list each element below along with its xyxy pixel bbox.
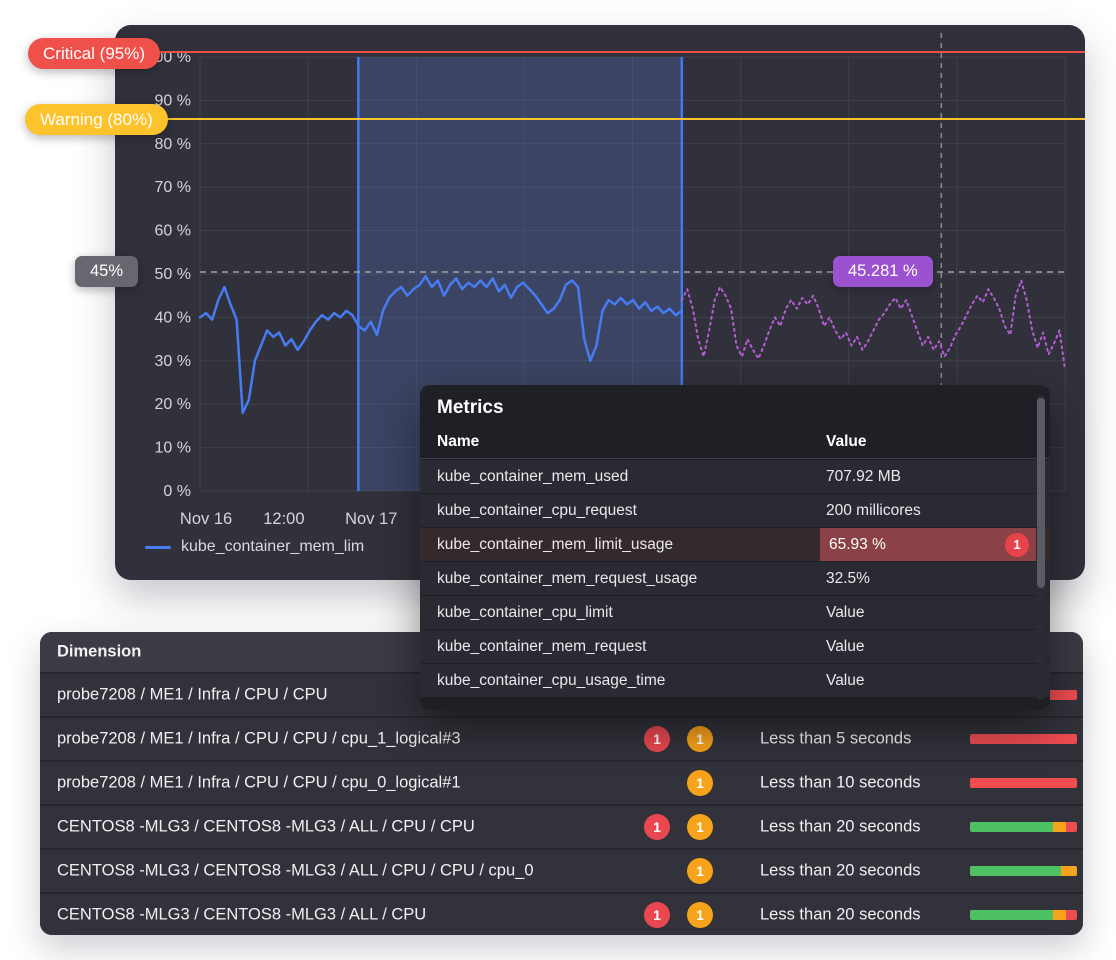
metric-value-text: 32.5% [826, 570, 870, 587]
metric-value-text: 65.93 % [829, 536, 886, 554]
alert-count-badge[interactable]: 1 [1005, 533, 1029, 557]
metric-value-text: Value [826, 638, 865, 655]
critical-count-badge[interactable]: 1 [644, 726, 670, 752]
duration-label: Less than 20 seconds [760, 906, 921, 925]
legend-line-swatch [145, 546, 171, 549]
status-bar-segment [970, 734, 1077, 744]
status-bar-segment [970, 866, 1061, 876]
metric-value: Value [826, 604, 865, 622]
critical-threshold-badge: Critical (95%) [28, 38, 160, 69]
status-bar-segment [1066, 910, 1077, 920]
monitoring-dashboard: 0 %10 %20 %30 %40 %50 %60 %70 %80 %90 %1… [0, 0, 1116, 960]
metrics-rows: kube_container_mem_used707.92 MBkube_con… [420, 460, 1050, 697]
metric-value-text: Value [826, 604, 865, 621]
dimension-name: probe7208 / ME1 / Infra / CPU / CPU / cp… [57, 774, 461, 793]
metric-name: kube_container_cpu_usage_time [437, 672, 665, 690]
svg-text:Nov 16: Nov 16 [180, 510, 232, 528]
metrics-row[interactable]: kube_container_cpu_request 200 millicores [420, 494, 1050, 527]
status-bar-segment [970, 822, 1053, 832]
svg-text:20 %: 20 % [155, 396, 191, 413]
dimension-name: CENTOS8 -MLG3 / CENTOS8 -MLG3 / ALL / CP… [57, 906, 426, 925]
status-bar-segment [1066, 822, 1077, 832]
metric-name: kube_container_mem_used [437, 468, 628, 486]
metric-value-text: Value [826, 672, 865, 689]
svg-text:40 %: 40 % [155, 309, 191, 326]
dimension-row[interactable]: probe7208 / ME1 / Infra / CPU / CPU / cp… [40, 718, 1083, 760]
metric-value-text: 200 millicores [826, 502, 921, 519]
metric-value: Value [826, 638, 865, 656]
dimension-row[interactable]: probe7208 / ME1 / Infra / CPU / CPU / cp… [40, 762, 1083, 804]
axis-value-badge: 45% [75, 256, 138, 287]
dimension-name: probe7208 / ME1 / Infra / CPU / CPU / cp… [57, 730, 461, 749]
metric-value: 65.93 % 1 [820, 528, 1036, 561]
metrics-row[interactable]: kube_container_mem_request_usage 32.5% [420, 562, 1050, 595]
warning-count-badge[interactable]: 1 [687, 814, 713, 840]
duration-label: Less than 20 seconds [760, 862, 921, 881]
svg-text:10 %: 10 % [155, 440, 191, 457]
metrics-row[interactable]: kube_container_cpu_usage_time Value [420, 664, 1050, 697]
metrics-popup: Metrics Name Value kube_container_mem_us… [420, 385, 1050, 710]
metric-value: 200 millicores [826, 502, 921, 520]
metric-name: kube_container_mem_limit_usage [437, 536, 673, 554]
svg-text:60 %: 60 % [155, 223, 191, 240]
metric-value-text: 707.92 MB [826, 468, 901, 485]
dimension-row[interactable]: CENTOS8 -MLG3 / CENTOS8 -MLG3 / ALL / CP… [40, 894, 1083, 935]
metrics-popup-title: Metrics [420, 385, 1050, 431]
metric-value: Value [826, 672, 865, 690]
dimension-row[interactable]: CENTOS8 -MLG3 / CENTOS8 -MLG3 / ALL / CP… [40, 806, 1083, 848]
metrics-row[interactable]: kube_container_cpu_limit Value [420, 596, 1050, 629]
metrics-scrollbar[interactable] [1037, 395, 1045, 700]
metrics-row[interactable]: kube_container_mem_used 707.92 MB [420, 460, 1050, 493]
dimension-header-label: Dimension [57, 643, 141, 662]
warning-threshold-badge: Warning (80%) [25, 104, 168, 135]
metric-name: kube_container_cpu_request [437, 502, 637, 520]
metrics-row[interactable]: kube_container_mem_limit_usage 65.93 % 1 [420, 528, 1050, 561]
duration-label: Less than 5 seconds [760, 730, 911, 749]
warning-count-badge[interactable]: 1 [687, 726, 713, 752]
warning-count-badge[interactable]: 1 [687, 770, 713, 796]
metrics-column-name: Name [437, 433, 479, 451]
status-bar-segment [970, 910, 1053, 920]
metrics-column-value: Value [826, 433, 867, 451]
svg-text:12:00: 12:00 [263, 510, 304, 528]
metrics-scrollbar-thumb[interactable] [1037, 398, 1045, 588]
dimension-row[interactable]: CENTOS8 -MLG3 / CENTOS8 -MLG3 / ALL / CP… [40, 850, 1083, 892]
metric-name: kube_container_mem_request_usage [437, 570, 697, 588]
critical-count-badge[interactable]: 1 [644, 814, 670, 840]
legend-series-label: kube_container_mem_lim [181, 538, 364, 556]
status-bar [970, 822, 1077, 832]
status-bar-segment [1053, 822, 1066, 832]
status-bar [970, 778, 1077, 788]
hover-value-badge: 45.281 % [833, 256, 933, 287]
status-bar [970, 910, 1077, 920]
status-bar [970, 866, 1077, 876]
status-bar [970, 734, 1077, 744]
chart-legend[interactable]: kube_container_mem_lim [145, 537, 364, 557]
metric-name: kube_container_cpu_limit [437, 604, 613, 622]
dimension-name: CENTOS8 -MLG3 / CENTOS8 -MLG3 / ALL / CP… [57, 818, 475, 837]
svg-text:80 %: 80 % [155, 136, 191, 153]
svg-text:70 %: 70 % [155, 179, 191, 196]
svg-text:0 %: 0 % [163, 483, 191, 500]
warning-count-badge[interactable]: 1 [687, 858, 713, 884]
svg-text:50 %: 50 % [155, 266, 191, 283]
critical-count-badge[interactable]: 1 [644, 902, 670, 928]
metrics-table-header: Name Value [420, 431, 1050, 459]
metrics-row[interactable]: kube_container_mem_request Value [420, 630, 1050, 663]
warning-count-badge[interactable]: 1 [687, 902, 713, 928]
metric-value: 707.92 MB [826, 468, 901, 486]
duration-label: Less than 20 seconds [760, 818, 921, 837]
dimension-name: probe7208 / ME1 / Infra / CPU / CPU [57, 686, 328, 705]
metric-name: kube_container_mem_request [437, 638, 646, 656]
metric-value: 32.5% [826, 570, 870, 588]
duration-label: Less than 10 seconds [760, 774, 921, 793]
status-bar-segment [970, 778, 1077, 788]
dimension-rows: probe7208 / ME1 / Infra / CPU / CPU probe… [40, 674, 1083, 935]
dimension-name: CENTOS8 -MLG3 / CENTOS8 -MLG3 / ALL / CP… [57, 862, 534, 881]
status-bar-segment [1053, 910, 1066, 920]
svg-text:30 %: 30 % [155, 353, 191, 370]
svg-text:Nov 17: Nov 17 [345, 510, 397, 528]
status-bar-segment [1061, 866, 1077, 876]
